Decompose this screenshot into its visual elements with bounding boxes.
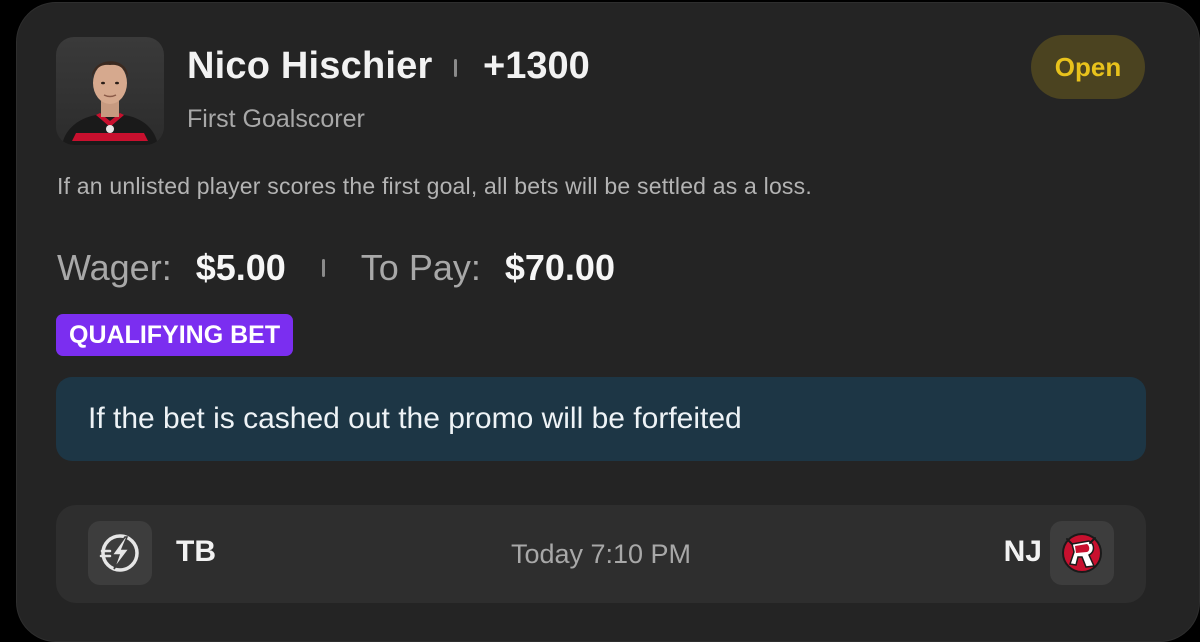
wager-label: Wager: (57, 247, 172, 288)
player-headshot-image (62, 61, 158, 145)
bet-market: First Goalscorer (187, 105, 365, 133)
to-pay-label: To Pay: (360, 247, 481, 288)
promo-notice-text: If the bet is cashed out the promo will … (88, 402, 742, 435)
bet-odds: +1300 (483, 45, 590, 87)
qualifying-bet-badge: QUALIFYING BET (56, 314, 294, 356)
status-badge: Open (1031, 35, 1145, 99)
game-start-time: Today 7:10 PM (510, 539, 692, 569)
game-info-bar[interactable]: TB Today 7:10 PM NJ (56, 505, 1146, 603)
home-team-abbr: NJ (1003, 535, 1042, 568)
market-rules-note: If an unlisted player scores the first g… (57, 173, 812, 199)
title-separator (454, 59, 457, 77)
to-pay-amount: $70.00 (504, 247, 615, 288)
home-team-logo (1050, 521, 1114, 585)
player-name: Nico Hischier (187, 45, 433, 87)
wager-amount: $5.00 (195, 247, 286, 288)
wager-row: Wager: $5.00 To Pay: $70.00 (57, 247, 615, 289)
wager-separator (321, 259, 325, 277)
devils-logo-icon (1062, 533, 1102, 573)
player-avatar (56, 37, 164, 145)
bet-card[interactable]: Nico Hischier +1300 First Goalscorer Ope… (16, 2, 1200, 642)
promo-notice: If the bet is cashed out the promo will … (56, 377, 1146, 461)
